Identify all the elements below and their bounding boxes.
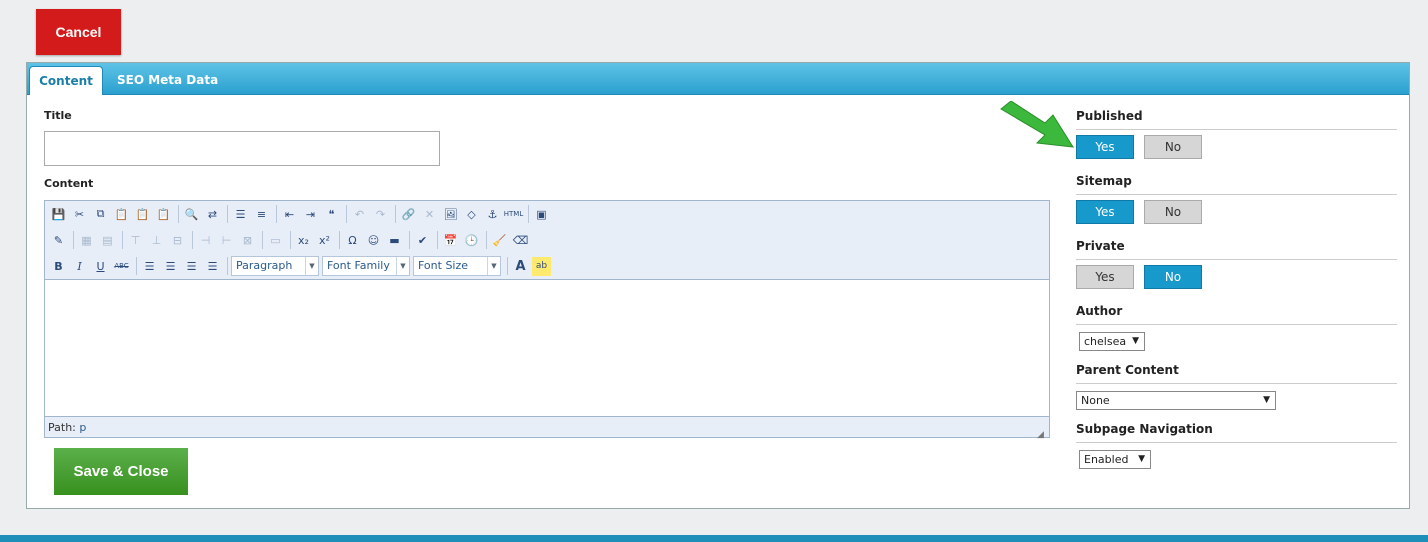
blockquote-icon[interactable]: ❝ (322, 205, 341, 224)
content-panel: Content SEO Meta Data Title Content 💾 ✂ … (26, 62, 1410, 509)
insert-date-icon[interactable]: 📅 (441, 231, 460, 250)
published-yes-button[interactable]: Yes (1076, 135, 1134, 159)
table-row-icon[interactable]: ▤ (98, 231, 117, 250)
parent-content-select[interactable]: None ▼ (1076, 391, 1276, 410)
subpage-navigation-select[interactable]: Enabled ▼ (1079, 450, 1151, 469)
title-label: Title (44, 109, 72, 122)
unlink-icon[interactable]: ✕ (420, 205, 439, 224)
published-label: Published (1076, 109, 1397, 130)
paste-text-icon[interactable]: 📋 (133, 205, 152, 224)
paste-icon[interactable]: 📋 (112, 205, 131, 224)
table-icon[interactable]: ▦ (77, 231, 96, 250)
toolbar-row-2: ✎ ▦ ▤ ⊤ ⊥ ⊟ ⊣ ⊢ ⊠ ▭ x₂ x² Ω ☺ ▬ ✔ 📅 🕒 🧹 … (49, 229, 532, 251)
undo-icon[interactable]: ↶ (350, 205, 369, 224)
eraser-icon[interactable]: ⌫ (511, 231, 530, 250)
font-size-select[interactable]: Font Size ▼ (413, 256, 501, 276)
cleanup-icon[interactable]: 🧹 (490, 231, 509, 250)
row-after-icon[interactable]: ⊥ (147, 231, 166, 250)
fullscreen-icon[interactable]: ▣ (532, 205, 551, 224)
chevron-down-icon: ▼ (305, 257, 318, 275)
private-no-button[interactable]: No (1144, 265, 1202, 289)
sitemap-yes-button[interactable]: Yes (1076, 200, 1134, 224)
special-char-icon[interactable]: Ω (343, 231, 362, 250)
image-icon[interactable]: 🖼 (441, 205, 460, 224)
align-justify-icon[interactable]: ☰ (203, 257, 222, 276)
merge-cells-icon[interactable]: ▭ (266, 231, 285, 250)
save-icon[interactable]: 💾 (49, 205, 68, 224)
content-label: Content (44, 177, 94, 190)
subscript-icon[interactable]: x₂ (294, 231, 313, 250)
chevron-down-icon: ▼ (1263, 395, 1270, 405)
superscript-icon[interactable]: x² (315, 231, 334, 250)
align-left-icon[interactable]: ☰ (140, 257, 159, 276)
redo-icon[interactable]: ↷ (371, 205, 390, 224)
numbered-list-icon[interactable]: ≡ (252, 205, 271, 224)
parent-content-label: Parent Content (1076, 363, 1397, 384)
indent-icon[interactable]: ⇥ (301, 205, 320, 224)
chevron-down-icon: ▼ (396, 257, 409, 275)
author-select[interactable]: chelsea ▼ (1079, 332, 1145, 351)
sitemap-no-button[interactable]: No (1144, 200, 1202, 224)
italic-button[interactable]: I (70, 257, 89, 276)
align-center-icon[interactable]: ☰ (161, 257, 180, 276)
delete-row-icon[interactable]: ⊟ (168, 231, 187, 250)
spellcheck-icon[interactable]: ✔ (413, 231, 432, 250)
code-icon[interactable]: ◇ (462, 205, 481, 224)
editor-statusbar: Path: p ◢ (45, 416, 1049, 440)
save-close-button[interactable]: Save & Close (54, 448, 188, 495)
subpage-navigation-label: Subpage Navigation (1076, 422, 1397, 443)
footer-strip (0, 535, 1428, 542)
private-yes-button[interactable]: Yes (1076, 265, 1134, 289)
path-value[interactable]: p (79, 421, 86, 434)
replace-icon[interactable]: ⇄ (203, 205, 222, 224)
sitemap-label: Sitemap (1076, 174, 1397, 195)
anchor-icon[interactable]: ⚓ (483, 205, 502, 224)
insert-time-icon[interactable]: 🕒 (462, 231, 481, 250)
copy-icon[interactable]: ⧉ (91, 205, 110, 224)
chevron-down-icon: ▼ (487, 257, 500, 275)
green-arrow-icon (1000, 101, 1074, 148)
cancel-button[interactable]: Cancel (36, 9, 121, 55)
emoticon-icon[interactable]: ☺ (364, 231, 383, 250)
delete-col-icon[interactable]: ⊠ (238, 231, 257, 250)
outdent-icon[interactable]: ⇤ (280, 205, 299, 224)
bullet-list-icon[interactable]: ☰ (231, 205, 250, 224)
highlight-button[interactable]: ab (532, 256, 551, 276)
toolbar-row-1: 💾 ✂ ⧉ 📋 📋 📋 🔍 ⇄ ☰ ≡ ⇤ ⇥ ❝ ↶ ↷ 🔗 ✕ 🖼 ◇ ⚓ … (49, 203, 553, 225)
published-no-button[interactable]: No (1144, 135, 1202, 159)
bold-button[interactable]: B (49, 257, 68, 276)
col-before-icon[interactable]: ⊣ (196, 231, 215, 250)
paste-word-icon[interactable]: 📋 (154, 205, 173, 224)
chevron-down-icon: ▼ (1138, 454, 1145, 464)
cut-icon[interactable]: ✂ (70, 205, 89, 224)
author-label: Author (1076, 304, 1397, 325)
title-input[interactable] (44, 131, 440, 166)
html-icon[interactable]: HTML (504, 205, 523, 224)
col-after-icon[interactable]: ⊢ (217, 231, 236, 250)
link-icon[interactable]: 🔗 (399, 205, 418, 224)
resize-grip-icon[interactable]: ◢ (1037, 425, 1047, 440)
chevron-down-icon: ▼ (1132, 336, 1139, 346)
font-color-button[interactable]: A (511, 257, 530, 276)
editor-body[interactable] (45, 280, 1049, 417)
align-right-icon[interactable]: ☰ (182, 257, 201, 276)
underline-button[interactable]: U (91, 257, 110, 276)
strikethrough-button[interactable]: ABC (112, 257, 131, 276)
editor-toolbar: 💾 ✂ ⧉ 📋 📋 📋 🔍 ⇄ ☰ ≡ ⇤ ⇥ ❝ ↶ ↷ 🔗 ✕ 🖼 ◇ ⚓ … (45, 201, 1049, 280)
toolbar-row-3: B I U ABC ☰ ☰ ☰ ☰ Paragraph ▼ Font Family… (49, 255, 553, 277)
format-select[interactable]: Paragraph ▼ (231, 256, 319, 276)
font-family-select[interactable]: Font Family ▼ (322, 256, 410, 276)
tab-seo-meta-data[interactable]: SEO Meta Data (117, 66, 218, 94)
edit-icon[interactable]: ✎ (49, 231, 68, 250)
path-label: Path: (48, 421, 76, 434)
rich-text-editor: 💾 ✂ ⧉ 📋 📋 📋 🔍 ⇄ ☰ ≡ ⇤ ⇥ ❝ ↶ ↷ 🔗 ✕ 🖼 ◇ ⚓ … (44, 200, 1050, 440)
row-before-icon[interactable]: ⊤ (126, 231, 145, 250)
horizontal-rule-icon[interactable]: ▬ (385, 231, 404, 250)
tab-bar: Content SEO Meta Data (27, 63, 1409, 95)
find-icon[interactable]: 🔍 (182, 205, 201, 224)
private-label: Private (1076, 239, 1397, 260)
tab-content[interactable]: Content (29, 66, 103, 95)
